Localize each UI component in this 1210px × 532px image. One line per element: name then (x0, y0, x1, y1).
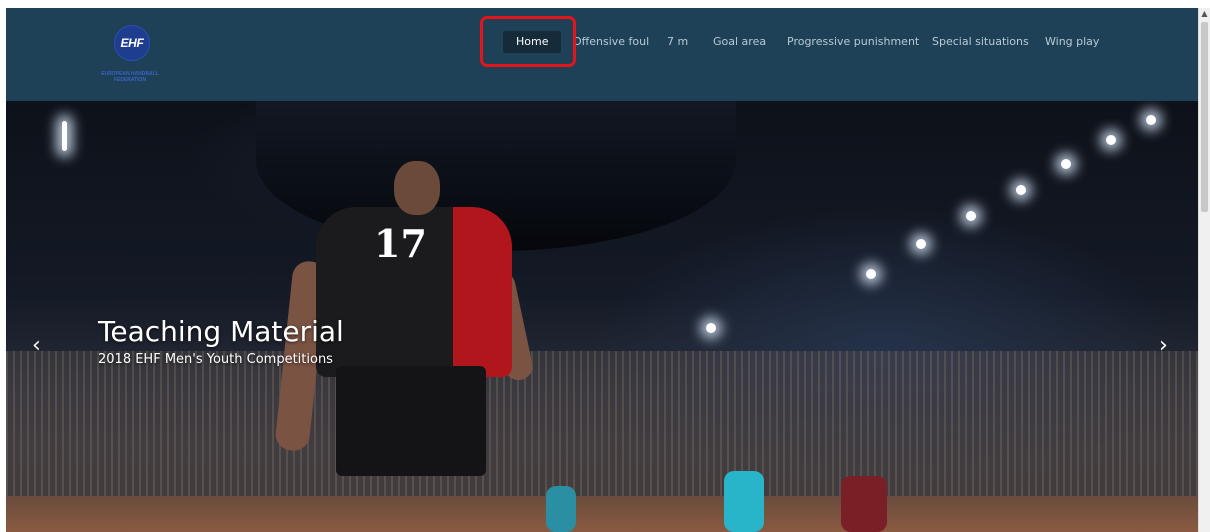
slide-subtitle: 2018 EHF Men's Youth Competitions (98, 352, 333, 367)
nav-wing-play[interactable]: Wing play (1045, 31, 1099, 53)
scroll-up-icon[interactable]: ▲ (1199, 8, 1210, 20)
nav-home[interactable]: Home (503, 31, 562, 53)
arena-light (706, 323, 716, 333)
hero-slider: 17 Teaching Material 2018 EHF Men's Yout… (6, 101, 1198, 532)
jersey-number: 17 (374, 221, 427, 266)
logo-subtitle: EUROPEAN HANDBALL FEDERATION (101, 71, 159, 83)
nav-progressive-punishment[interactable]: Progressive punishment (787, 31, 919, 53)
background-player (724, 471, 764, 532)
slide-caption: Teaching Material 2018 EHF Men's Youth C… (98, 314, 344, 370)
player-head (394, 161, 440, 215)
logo-badge: EHF (114, 25, 150, 61)
slide-title: Teaching Material (98, 315, 344, 348)
arena-light (62, 121, 67, 151)
nav-offensive-foul[interactable]: Offensive foul (573, 31, 649, 53)
player-shorts (336, 366, 486, 476)
logo-text: EHF (120, 36, 144, 50)
nav-goal-area[interactable]: Goal area (713, 31, 766, 53)
arena-light (1146, 115, 1156, 125)
arena-light (916, 239, 926, 249)
ehf-logo[interactable]: EHF EUROPEAN HANDBALL FEDERATION (100, 25, 160, 87)
arena-light (866, 269, 876, 279)
court-floor (6, 496, 1198, 532)
nav-special-situations[interactable]: Special situations (932, 31, 1029, 53)
nav-7m[interactable]: 7 m (667, 31, 688, 53)
arena-light (1106, 135, 1116, 145)
arena-light (966, 211, 976, 221)
chevron-left-icon[interactable]: ‹ (32, 335, 41, 357)
vertical-scrollbar[interactable]: ▲ (1198, 8, 1210, 532)
chevron-right-icon[interactable]: › (1159, 335, 1168, 357)
background-player (546, 486, 576, 532)
browser-viewport: EHF EUROPEAN HANDBALL FEDERATION Home Of… (6, 8, 1198, 532)
arena-light (1061, 159, 1071, 169)
background-player (841, 476, 887, 532)
site-header: EHF EUROPEAN HANDBALL FEDERATION Home Of… (6, 8, 1198, 101)
scrollbar-thumb[interactable] (1201, 22, 1208, 212)
arena-light (1016, 185, 1026, 195)
